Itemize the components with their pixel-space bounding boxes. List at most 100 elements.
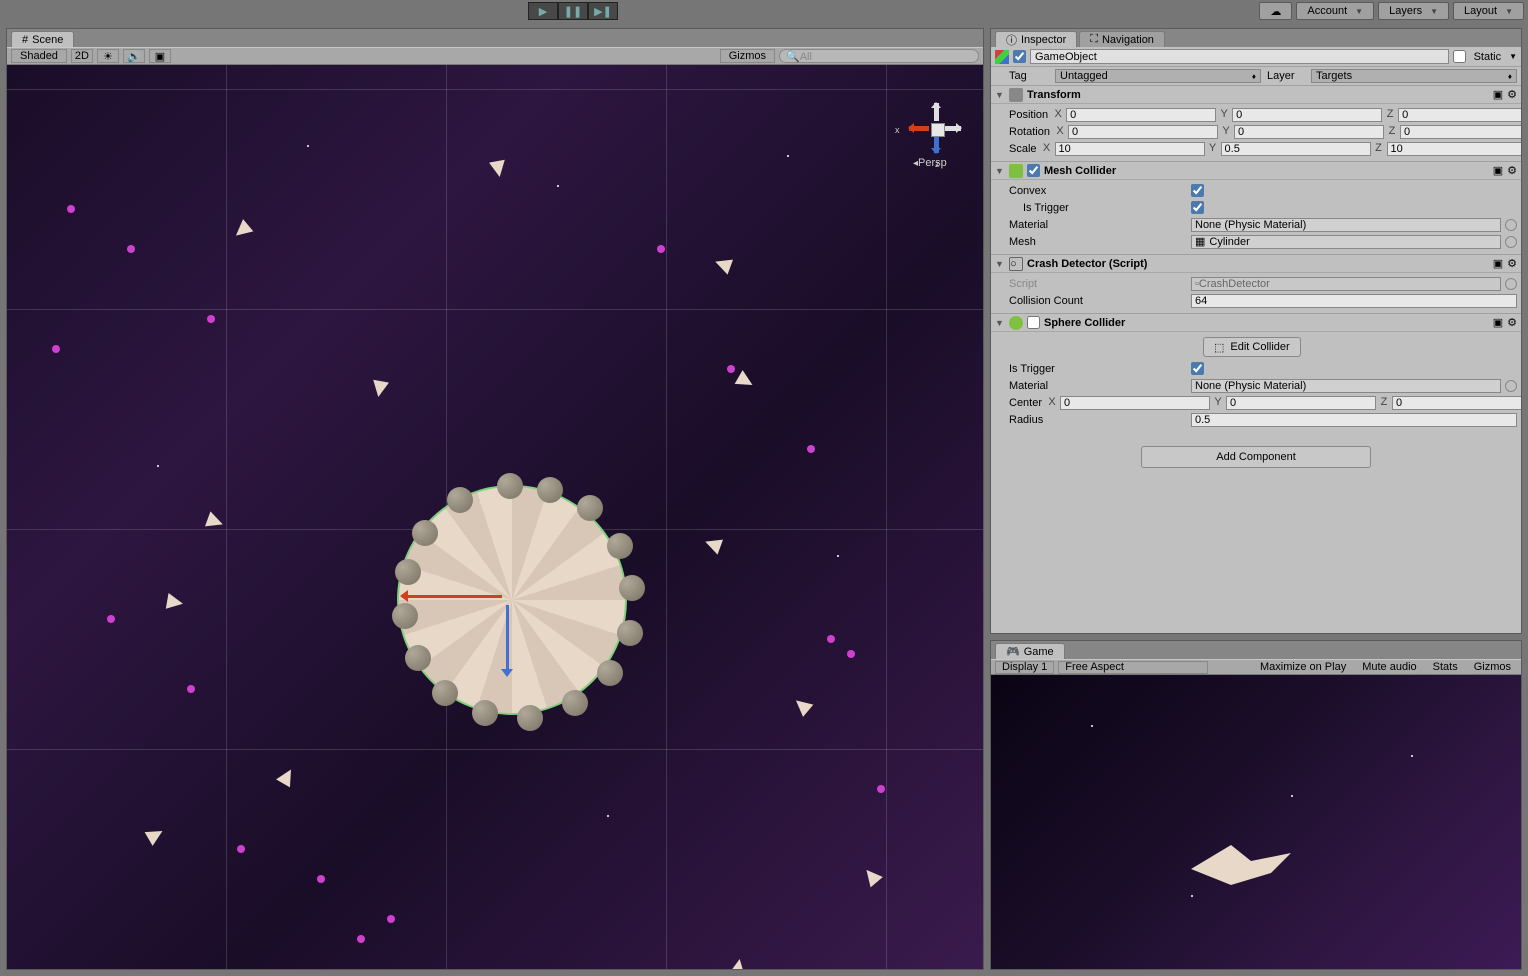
- gear-icon[interactable]: ⚙: [1507, 257, 1517, 270]
- script-icon: ○: [1009, 257, 1023, 271]
- fold-icon[interactable]: ▼: [995, 259, 1005, 269]
- tab-scene[interactable]: #Scene: [11, 31, 74, 47]
- scene-search[interactable]: 🔍All: [779, 49, 979, 63]
- scl-x[interactable]: [1055, 142, 1205, 156]
- object-picker-icon[interactable]: [1505, 219, 1517, 231]
- edit-collider-icon: ⬚: [1214, 341, 1224, 354]
- gear-icon[interactable]: ⚙: [1507, 164, 1517, 177]
- active-checkbox[interactable]: [1013, 50, 1026, 63]
- static-dropdown-arrow[interactable]: ▼: [1509, 52, 1517, 61]
- center-x[interactable]: [1060, 396, 1210, 410]
- radius-field[interactable]: [1191, 413, 1517, 427]
- fx-toggle[interactable]: ▣: [149, 49, 171, 63]
- display-dropdown[interactable]: Display 1: [995, 661, 1054, 674]
- center-z[interactable]: [1392, 396, 1521, 410]
- object-picker-icon: [1505, 278, 1517, 290]
- x-axis-arrow[interactable]: [402, 595, 502, 598]
- info-icon: ⓘ: [1006, 32, 1017, 48]
- inspector-panel: ⓘInspector ⛶Navigation Static ▼ Tag Unta…: [990, 28, 1522, 634]
- scene-panel: #Scene Shaded 2D ☀ 🔊 ▣ Gizmos 🔍All z ◂Pe…: [6, 28, 984, 970]
- layer-dropdown[interactable]: Targets♦: [1311, 69, 1517, 83]
- help-icon[interactable]: ▣: [1493, 88, 1503, 101]
- meshcollider-icon: [1009, 164, 1023, 178]
- script-field: ▫CrashDetector: [1191, 277, 1501, 291]
- object-picker-icon[interactable]: [1505, 236, 1517, 248]
- object-name-field[interactable]: [1030, 49, 1449, 64]
- aspect-dropdown[interactable]: Free Aspect: [1058, 661, 1208, 674]
- transform-icon: [1009, 88, 1023, 102]
- image-icon: ▣: [155, 50, 165, 63]
- layers-dropdown[interactable]: Layers▼: [1378, 2, 1449, 20]
- material-field[interactable]: None (Physic Material): [1191, 218, 1501, 232]
- sc-istrigger-checkbox[interactable]: [1191, 362, 1204, 375]
- topbar: ▶ ❚❚ ▶❚ ☁ Account▼ Layers▼ Layout▼: [0, 0, 1528, 22]
- pos-z[interactable]: [1398, 108, 1521, 122]
- rot-x[interactable]: [1068, 125, 1218, 139]
- play-controls: ▶ ❚❚ ▶❚: [528, 2, 618, 20]
- mute-toggle[interactable]: Mute audio: [1356, 661, 1422, 674]
- convex-checkbox[interactable]: [1191, 184, 1204, 197]
- gear-icon[interactable]: ⚙: [1507, 88, 1517, 101]
- stats-toggle[interactable]: Stats: [1427, 661, 1464, 674]
- fold-icon[interactable]: ▼: [995, 318, 1005, 328]
- shading-dropdown[interactable]: Shaded: [11, 49, 67, 63]
- help-icon[interactable]: ▣: [1493, 316, 1503, 329]
- tag-dropdown[interactable]: Untagged♦: [1055, 69, 1261, 83]
- z-axis-arrow[interactable]: [506, 605, 509, 675]
- spherecollider-component: ▼ Sphere Collider ▣ ⚙ ⬚Edit Collider Is …: [991, 313, 1521, 432]
- gear-icon[interactable]: ⚙: [1507, 316, 1517, 329]
- mesh-icon: ▦: [1195, 235, 1205, 248]
- pos-y[interactable]: [1232, 108, 1382, 122]
- play-button[interactable]: ▶: [528, 2, 558, 20]
- sun-icon: ☀: [103, 50, 113, 63]
- mesh-field[interactable]: ▦Cylinder: [1191, 235, 1501, 249]
- game-gizmos-toggle[interactable]: Gizmos: [1468, 661, 1517, 674]
- collisioncount-field[interactable]: [1191, 294, 1517, 308]
- static-checkbox[interactable]: [1453, 50, 1466, 63]
- speaker-icon: 🔊: [127, 50, 141, 63]
- game-viewport[interactable]: [991, 675, 1521, 969]
- center-y[interactable]: [1226, 396, 1376, 410]
- pause-button[interactable]: ❚❚: [558, 2, 588, 20]
- tab-inspector[interactable]: ⓘInspector: [995, 31, 1077, 47]
- rot-z[interactable]: [1400, 125, 1521, 139]
- object-picker-icon[interactable]: [1505, 380, 1517, 392]
- fold-icon[interactable]: ▼: [995, 90, 1005, 100]
- fold-icon[interactable]: ▼: [995, 166, 1005, 176]
- spherecollider-enable[interactable]: [1027, 316, 1040, 329]
- help-icon[interactable]: ▣: [1493, 257, 1503, 270]
- scene-viewport[interactable]: z ◂Persp: [7, 65, 983, 969]
- layer-label: Layer: [1267, 70, 1305, 82]
- static-label: Static: [1470, 51, 1506, 63]
- rot-y[interactable]: [1234, 125, 1384, 139]
- lighting-toggle[interactable]: ☀: [97, 49, 119, 63]
- transform-component: ▼ Transform ▣ ⚙ Position XYZ Rotation XY…: [991, 85, 1521, 161]
- istrigger-checkbox[interactable]: [1191, 201, 1204, 214]
- scl-z[interactable]: [1387, 142, 1521, 156]
- cloud-button[interactable]: ☁: [1259, 2, 1292, 20]
- layout-dropdown[interactable]: Layout▼: [1453, 2, 1524, 20]
- tab-game[interactable]: 🎮Game: [995, 643, 1065, 659]
- pos-x[interactable]: [1066, 108, 1216, 122]
- 2d-toggle[interactable]: 2D: [71, 49, 93, 63]
- edit-collider-button[interactable]: ⬚Edit Collider: [1203, 337, 1301, 357]
- gizmos-dropdown[interactable]: Gizmos: [720, 49, 775, 63]
- meshcollider-enable[interactable]: [1027, 164, 1040, 177]
- scl-y[interactable]: [1221, 142, 1371, 156]
- crashdetector-component: ▼ ○ Crash Detector (Script) ▣ ⚙ Script▫C…: [991, 254, 1521, 313]
- spherecollider-icon: [1009, 316, 1023, 330]
- game-icon: 🎮: [1006, 645, 1020, 658]
- orientation-gizmo[interactable]: z ◂Persp: [903, 95, 963, 155]
- maximize-toggle[interactable]: Maximize on Play: [1254, 661, 1352, 674]
- nav-icon: ⛶: [1090, 33, 1098, 46]
- gameobject-icon[interactable]: [995, 50, 1009, 64]
- sc-material-field[interactable]: None (Physic Material): [1191, 379, 1501, 393]
- step-button[interactable]: ▶❚: [588, 2, 618, 20]
- scene-icon: #: [22, 34, 28, 46]
- account-dropdown[interactable]: Account▼: [1296, 2, 1374, 20]
- audio-toggle[interactable]: 🔊: [123, 49, 145, 63]
- add-component-button[interactable]: Add Component: [1141, 446, 1371, 468]
- tag-label: Tag: [1009, 70, 1049, 82]
- tab-navigation[interactable]: ⛶Navigation: [1079, 31, 1165, 47]
- help-icon[interactable]: ▣: [1493, 164, 1503, 177]
